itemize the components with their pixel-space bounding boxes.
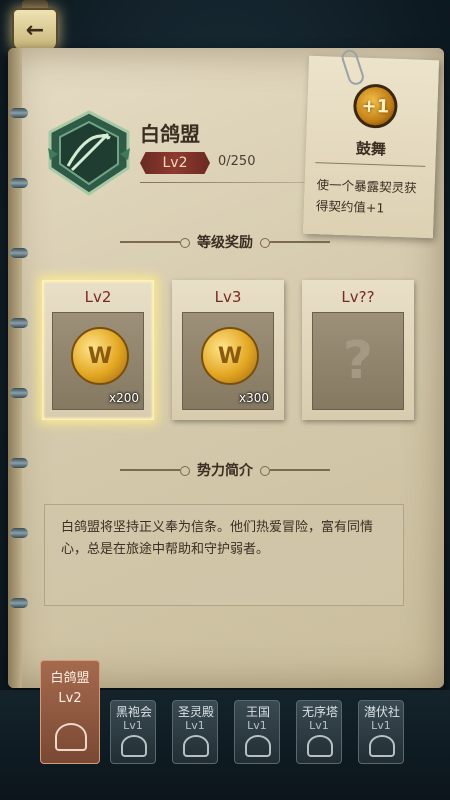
section-title: 等级奖励 <box>197 235 253 251</box>
binder-ring <box>10 108 28 118</box>
reward-card-lv2[interactable]: Lv2 W x200 <box>42 280 154 420</box>
divider <box>315 162 426 167</box>
binder-ring <box>10 388 28 398</box>
tab-label: 黑袍会 <box>115 705 152 719</box>
tab-level: Lv1 <box>309 719 329 732</box>
tab-label: 无序塔 <box>301 705 338 719</box>
reward-quantity: x200 <box>108 391 139 405</box>
gold-coin-icon: W <box>71 327 129 385</box>
reward-slot: ? <box>312 312 404 410</box>
buff-note[interactable]: +1 鼓舞 使一个暴露契灵获得契约值+1 <box>302 47 440 239</box>
reward-level: Lv2 <box>84 288 112 306</box>
reward-slot: W x300 <box>182 312 274 410</box>
tab-level: Lv1 <box>247 719 267 732</box>
faction-intro-box: 白鸽盟将坚持正义奉为信条。他们热爱冒险，富有同情心，总是在旅途中帮助和守护弱者。 <box>44 504 404 606</box>
flourish-ornament <box>260 466 330 476</box>
binder-ring <box>10 318 28 328</box>
tab-baigemeng[interactable]: 白鸽盟 Lv2 <box>40 660 100 764</box>
gold-coin-icon: W <box>201 327 259 385</box>
reward-slot: W x200 <box>52 312 144 410</box>
binder-ring <box>10 248 28 258</box>
crossbow-shield-emblem-icon <box>48 110 130 196</box>
back-arrow-icon: ← <box>25 17 45 43</box>
faction-name: 白鸽盟 <box>140 122 200 146</box>
back-button[interactable]: ← <box>12 8 58 52</box>
binder-ring <box>10 178 28 188</box>
tab-level: Lv1 <box>185 719 205 732</box>
lotus-icon <box>369 735 395 757</box>
faction-exp: 0/250 <box>218 154 256 169</box>
flourish-ornament <box>260 238 330 248</box>
binder-ring <box>10 528 28 538</box>
tab-label: 潜伏社 <box>363 705 400 719</box>
reward-quantity: x300 <box>238 391 269 405</box>
faction-intro-text: 白鸽盟将坚持正义奉为信条。他们热爱冒险，富有同情心，总是在旅途中帮助和守护弱者。 <box>61 520 374 557</box>
coin-mark: W <box>217 343 243 369</box>
tab-qianfushe[interactable]: 潜伏社 Lv1 <box>358 700 404 764</box>
buff-name: 鼓舞 <box>355 139 387 159</box>
reward-level: Lv?? <box>341 288 375 306</box>
tab-wangguo[interactable]: 王国 Lv1 <box>234 700 280 764</box>
question-mark-icon: ? <box>342 331 374 391</box>
level-rewards-header: 等级奖励 <box>120 230 330 254</box>
coin-mark: W <box>87 343 113 369</box>
faction-intro-header: 势力简介 <box>120 458 330 482</box>
crossbow-icon <box>55 723 87 751</box>
tab-shenglingdian[interactable]: 圣灵殿 Lv1 <box>172 700 218 764</box>
buff-icon-text: +1 <box>361 95 390 118</box>
tab-label: 王国 <box>245 705 270 719</box>
crown-icon <box>245 735 271 757</box>
faction-level-badge: Lv2 <box>140 152 210 174</box>
tab-level: Lv1 <box>371 719 391 732</box>
book-icon <box>307 735 333 757</box>
tab-label: 圣灵殿 <box>177 705 214 719</box>
buff-description: 使一个暴露契灵获得契约值+1 <box>315 177 417 216</box>
halo-icon <box>183 735 209 757</box>
flourish-ornament <box>120 466 190 476</box>
reward-card-locked[interactable]: Lv?? ? <box>302 280 414 420</box>
tab-level: Lv2 <box>58 691 82 706</box>
hood-icon <box>121 735 147 757</box>
reward-card-lv3[interactable]: Lv3 W x300 <box>172 280 284 420</box>
binder-ring <box>10 458 28 468</box>
flourish-ornament <box>120 238 190 248</box>
tab-wuxuta[interactable]: 无序塔 Lv1 <box>296 700 342 764</box>
tab-label: 白鸽盟 <box>50 671 90 686</box>
binder-ring <box>10 598 28 608</box>
reward-level: Lv3 <box>214 288 242 306</box>
section-title: 势力简介 <box>197 463 253 479</box>
tab-level: Lv1 <box>123 719 143 732</box>
tab-heipaohui[interactable]: 黑袍会 Lv1 <box>110 700 156 764</box>
buff-plus-one-icon: +1 <box>352 83 399 129</box>
